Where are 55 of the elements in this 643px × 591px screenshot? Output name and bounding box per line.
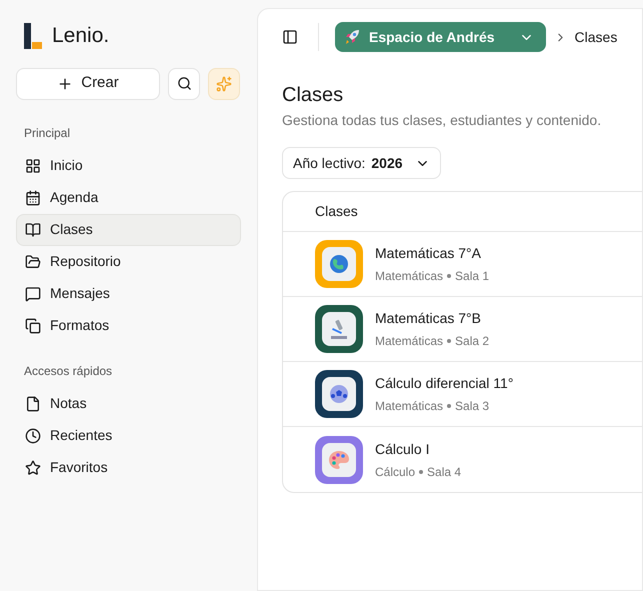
class-subject: Matemáticas xyxy=(375,398,444,415)
table-header: Clases xyxy=(283,192,642,232)
section-label: Accesos rápidos xyxy=(23,362,114,380)
sidebar-item[interactable]: Mensajes xyxy=(16,278,241,310)
breadcrumb-current[interactable]: Clases xyxy=(574,26,618,48)
palette-icon xyxy=(328,450,350,470)
class-subject: Cálculo xyxy=(375,464,416,480)
workspace-button[interactable]: Espacio de Andrés xyxy=(335,22,546,52)
page-subtitle: Gestiona todas tus clases, estudiantes y contenido. xyxy=(282,111,602,130)
dot-separator-icon xyxy=(447,274,452,278)
class-name: Cálculo I xyxy=(375,440,430,458)
create-button[interactable]: Crear xyxy=(16,68,160,100)
file-icon xyxy=(25,396,41,412)
class-name: Matemáticas 7°A xyxy=(375,244,482,263)
sidebar-item[interactable]: Clases xyxy=(16,214,241,246)
class-name: Matemáticas 7°B xyxy=(375,309,482,328)
copy-icon xyxy=(25,318,41,334)
sidebar-item[interactable]: Formatos xyxy=(16,310,241,342)
sidebar-item[interactable]: Agenda xyxy=(16,182,241,214)
chat-icon xyxy=(25,286,41,302)
search-button[interactable] xyxy=(168,68,200,100)
sidebar-item[interactable]: Inicio xyxy=(16,150,241,182)
clock-icon xyxy=(25,428,41,444)
class-row[interactable]: Matemáticas 7°B Matemáticas Sala 2 xyxy=(283,297,642,362)
sparkle-icon xyxy=(216,76,232,92)
sidebar-item[interactable]: Notas xyxy=(16,388,241,420)
class-name: Cálculo diferencial 11° xyxy=(375,374,514,393)
calendar-icon xyxy=(25,190,41,206)
dot-separator-icon xyxy=(447,404,452,408)
dot-separator-icon xyxy=(447,339,452,343)
star-icon xyxy=(25,460,41,476)
rocket-icon xyxy=(343,28,361,46)
class-room: Sala 4 xyxy=(427,464,462,480)
folder-icon xyxy=(25,254,41,270)
sidebar-item[interactable]: Repositorio xyxy=(16,246,241,278)
class-subject: Matemáticas xyxy=(375,333,444,350)
class-room: Sala 2 xyxy=(455,333,490,350)
book-icon xyxy=(25,222,41,238)
section-label: Principal xyxy=(23,124,72,142)
class-room: Sala 3 xyxy=(455,398,490,415)
class-row[interactable]: Cálculo diferencial 11° Matemáticas Sala 3 xyxy=(283,362,642,427)
class-subject: Matemáticas xyxy=(375,268,444,285)
logo-icon xyxy=(24,22,44,49)
sidebar-item[interactable]: Recientes xyxy=(16,420,241,452)
brand-name: Lenio. xyxy=(52,23,110,49)
class-row[interactable]: Cálculo I Cálculo Sala 4 xyxy=(283,427,642,492)
year-dropdown[interactable]: Año lectivo: 2026 xyxy=(282,147,441,179)
grid-icon xyxy=(25,158,41,174)
class-room: Sala 1 xyxy=(455,268,490,285)
sidebar-toggle-icon[interactable] xyxy=(282,29,298,45)
sidebar-item[interactable]: Favoritos xyxy=(16,452,241,484)
page-title: Clases xyxy=(282,83,344,107)
dot-separator-icon xyxy=(419,470,424,474)
search-icon xyxy=(176,76,192,91)
class-row[interactable]: Matemáticas 7°A Matemáticas Sala 1 xyxy=(283,232,642,297)
